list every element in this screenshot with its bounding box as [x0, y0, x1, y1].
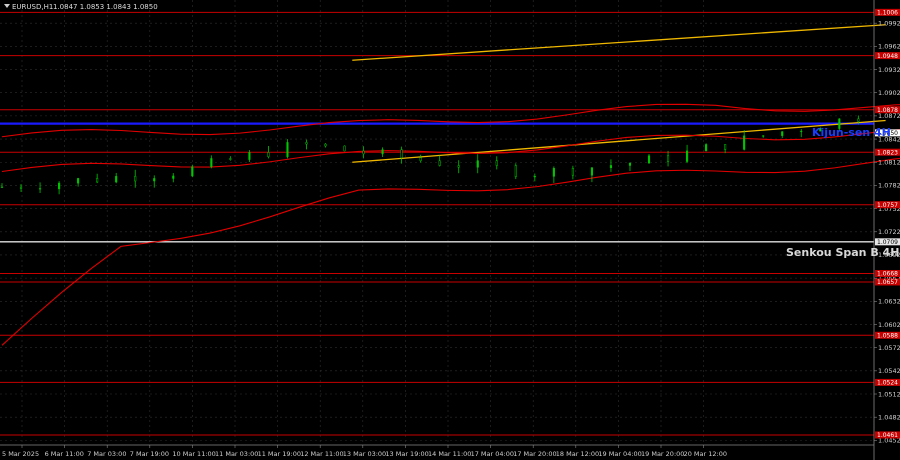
candle-body [724, 144, 727, 150]
senkou-span-b-label: Senkou Span B 4H [786, 246, 899, 259]
candle-body [666, 155, 670, 162]
candle-body [647, 155, 651, 164]
time-tick-label: 10 Mar 11:00 [172, 450, 215, 458]
candle-body [96, 178, 99, 183]
candle-body [533, 176, 536, 178]
time-tick-label: 7 Mar 19:00 [130, 450, 169, 458]
candle-body [800, 130, 803, 132]
candle-body [571, 168, 574, 176]
price-tick-label: 1.0482 [878, 413, 900, 421]
level-price-tag-text: 1.0668 [877, 271, 898, 278]
candle-body [438, 160, 441, 166]
time-tick-label: 7 Mar 03:00 [87, 450, 126, 458]
level-price-tag-text: 1.0878 [877, 107, 898, 114]
candle-body [134, 176, 137, 182]
candle-body [153, 178, 156, 182]
kijun-sen-label: Kijun-sen 4H [812, 126, 891, 139]
price-tick-label: 1.0782 [878, 182, 900, 190]
price-tick-label: 1.0602 [878, 321, 900, 329]
candle-body [191, 166, 194, 177]
candle-body [210, 158, 213, 167]
candle-body [267, 152, 270, 157]
candle-body [514, 165, 517, 177]
time-tick-label: 19 Mar 04:00 [598, 450, 641, 458]
symbol-label: EURUSD,H1 [12, 3, 53, 11]
level-price-tag-text: 1.0524 [877, 380, 898, 387]
candle-body [362, 150, 365, 155]
price-tick-label: 1.0812 [878, 159, 900, 167]
candle-body [0, 186, 4, 188]
ohlc-label: 1.0847 1.0853 1.0843 1.0850 [53, 3, 158, 11]
price-tick-label: 1.0572 [878, 344, 900, 352]
time-tick-label: 17 Mar 04:00 [471, 450, 514, 458]
candle-body [229, 158, 232, 160]
level-price-tag-text: 1.0823 [877, 149, 898, 156]
candle-body [286, 142, 289, 157]
candle-body [39, 188, 42, 190]
candle-body [58, 182, 61, 190]
candle-body [172, 175, 175, 179]
senkou-price-tag-text: 1.0709 [877, 239, 898, 246]
chart-background [0, 0, 900, 460]
time-tick-label: 13 Mar 19:00 [385, 450, 428, 458]
time-tick-label: 18 Mar 12:00 [556, 450, 599, 458]
candle-body [419, 157, 422, 162]
candle-body [457, 165, 460, 168]
price-chart-svg[interactable]: 1.09921.09621.09321.09021.08721.08421.08… [0, 0, 900, 460]
candle-body [381, 149, 384, 155]
chart-header: EURUSD,H1 1.0847 1.0853 1.0843 1.0850 [4, 3, 158, 11]
candle-body [781, 131, 784, 136]
price-tick-label: 1.0932 [878, 66, 900, 74]
candle-body [343, 145, 346, 152]
candle-body [857, 118, 860, 122]
price-tick-label: 1.0722 [878, 228, 900, 236]
time-tick-label: 17 Mar 20:00 [513, 450, 556, 458]
level-price-tag-text: 1.0948 [877, 53, 898, 60]
candle-body [628, 162, 632, 166]
candle-body [305, 142, 308, 145]
time-tick-label: 20 Mar 12:00 [684, 450, 727, 458]
price-tick-label: 1.0992 [878, 19, 900, 27]
candle-body [324, 143, 327, 147]
candle-body [19, 186, 23, 189]
price-tick-label: 1.0542 [878, 367, 900, 375]
level-price-tag-text: 1.1006 [877, 10, 898, 17]
candle-body [115, 176, 118, 183]
candle-body [476, 160, 479, 168]
chart: 1.0992 1.0962 1.0932 1.0902 1.0872 1.0842 1.08… [0, 0, 900, 460]
price-tick-label: 1.0512 [878, 390, 900, 398]
time-tick-label: 14 Mar 11:00 [428, 450, 471, 458]
candle-body [743, 135, 746, 150]
candle-body [552, 168, 555, 177]
candle-body [762, 135, 765, 137]
price-tick-label: 1.0632 [878, 298, 900, 306]
price-tick-label: 1.0962 [878, 43, 900, 51]
time-tick-label: 11 Mar 19:00 [258, 450, 301, 458]
candle-body [590, 167, 593, 176]
price-tick-label: 1.0902 [878, 89, 900, 97]
level-price-tag-text: 1.0461 [877, 432, 898, 439]
time-tick-label: 12 Mar 11:00 [300, 450, 343, 458]
level-price-tag-text: 1.0657 [877, 279, 898, 286]
candle-body [495, 160, 498, 166]
candle-body [400, 149, 403, 159]
candle-body [248, 152, 251, 160]
time-tick-label: 13 Mar 03:00 [343, 450, 386, 458]
level-price-tag-text: 1.0588 [877, 332, 898, 339]
time-tick-label: 6 Mar 11:00 [45, 450, 84, 458]
candle-body [77, 178, 80, 184]
candle-body [609, 165, 613, 168]
time-tick-label: 5 Mar 2025 [2, 450, 39, 458]
candle-body [705, 144, 708, 152]
level-price-tag-text: 1.0757 [877, 202, 898, 209]
candle-body [686, 150, 689, 162]
time-tick-label: 11 Mar 03:00 [215, 450, 258, 458]
time-tick-label: 19 Mar 20:00 [641, 450, 684, 458]
